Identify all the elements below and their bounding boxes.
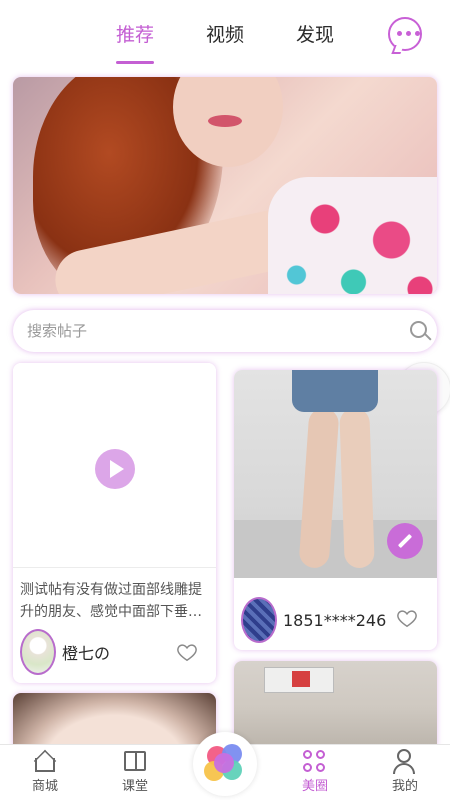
avatar[interactable] (241, 597, 277, 643)
search-input[interactable] (27, 310, 387, 352)
book-icon (122, 749, 148, 773)
heart-icon[interactable] (176, 641, 198, 663)
post-card-partial[interactable] (234, 661, 437, 753)
author-name: 1851****246 (283, 610, 387, 630)
post-author[interactable]: 橙七の (20, 629, 110, 675)
top-tab-bar: 推荐 视频 发现 (0, 0, 450, 66)
nav-label: 商城 (31, 779, 58, 794)
tab-video[interactable]: 视频 (206, 20, 244, 47)
post-excerpt-line-2: 升的朋友、感觉中面部下垂… (20, 604, 202, 620)
nav-item-classroom[interactable]: 课堂 (100, 745, 170, 800)
tab-recommend[interactable]: 推荐 (116, 20, 154, 47)
flower-logo-icon[interactable] (193, 732, 257, 796)
avatar[interactable] (20, 629, 56, 675)
post-card-image[interactable]: 1851****246 (234, 370, 437, 650)
search-icon[interactable] (410, 321, 432, 341)
edit-post-icon[interactable] (387, 523, 423, 559)
hero-banner[interactable] (13, 77, 437, 294)
author-name: 橙七の (62, 644, 111, 663)
tab-discover[interactable]: 发现 (296, 20, 334, 47)
nav-item-profile[interactable]: 我的 (370, 745, 440, 800)
post-excerpt: 测试帖有没有做过面部线雕提 升的朋友、感觉中面部下垂… (20, 579, 212, 623)
nav-label: 我的 (391, 779, 418, 794)
post-author[interactable]: 1851****246 (241, 597, 386, 643)
play-icon[interactable] (95, 449, 135, 489)
search-bar (13, 310, 437, 352)
nav-item-mall[interactable]: 商城 (10, 745, 80, 800)
nav-label: 美圈 (301, 779, 328, 794)
heart-icon[interactable] (396, 607, 418, 629)
video-thumbnail[interactable] (13, 363, 216, 568)
home-icon (32, 749, 58, 773)
profile-icon (392, 749, 418, 774)
nav-item-community[interactable]: 美圈 (280, 745, 350, 800)
post-excerpt-line-1: 测试帖有没有做过面部线雕提 (20, 582, 202, 598)
nav-label: 课堂 (121, 779, 148, 794)
active-tab-indicator (116, 61, 154, 64)
community-icon (302, 749, 328, 773)
app-screen: 推荐 视频 发现 测试帖有没有做过面部线雕提 升的朋友、感觉中面部下垂… (0, 0, 450, 800)
post-card-video[interactable]: 测试帖有没有做过面部线雕提 升的朋友、感觉中面部下垂… 橙七の (13, 363, 216, 683)
post-image[interactable] (234, 661, 437, 753)
chat-bubble-icon[interactable] (388, 17, 422, 54)
